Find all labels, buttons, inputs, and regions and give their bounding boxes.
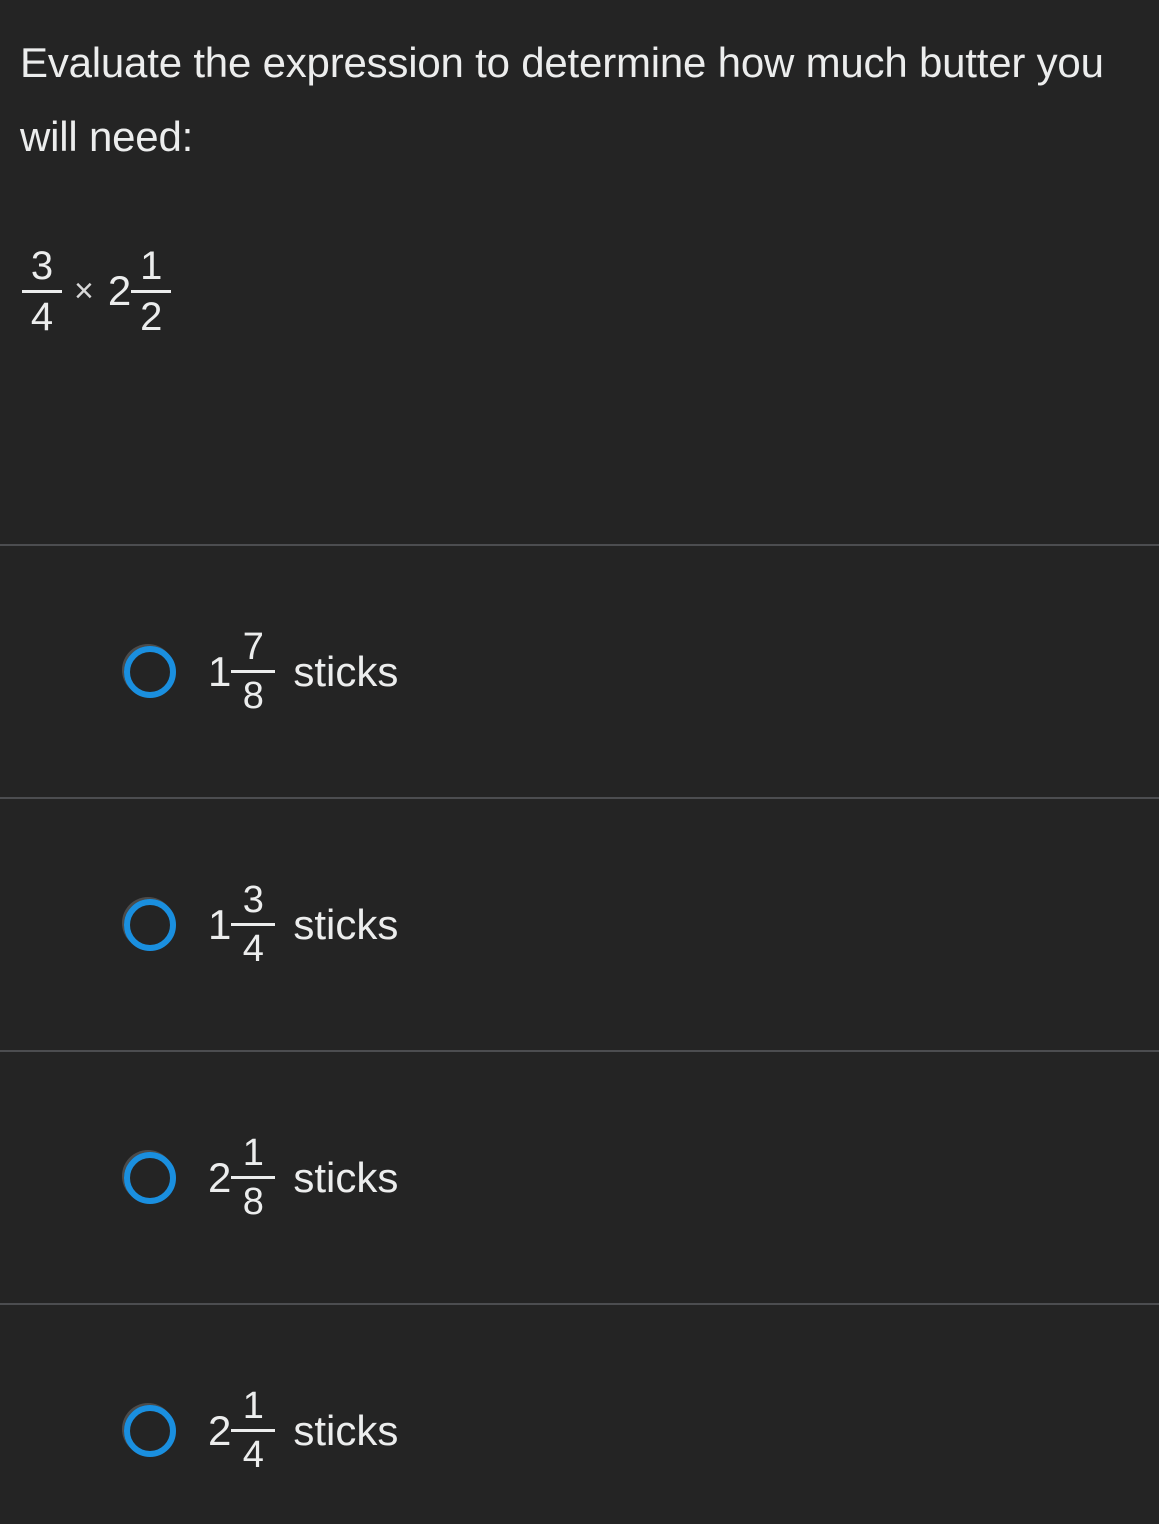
fraction-denominator: 4 — [242, 1434, 264, 1476]
option-unit: sticks — [293, 1153, 399, 1201]
option-unit: sticks — [293, 900, 399, 948]
option-fraction: 7 8 — [231, 626, 276, 717]
option-unit: sticks — [293, 1406, 399, 1454]
fraction-bar — [231, 670, 276, 673]
fraction-denominator: 2 — [140, 294, 163, 339]
option-unit: sticks — [293, 647, 399, 695]
expression-mixed-number: 2 1 2 — [107, 243, 172, 339]
answer-option-label: 1 7 8 sticks — [208, 626, 398, 717]
fraction-bar — [231, 1429, 276, 1432]
radio-button-icon[interactable] — [124, 1151, 176, 1204]
option-fraction: 1 8 — [231, 1132, 276, 1223]
fraction-denominator: 8 — [242, 675, 264, 717]
fraction-numerator: 3 — [242, 879, 264, 921]
question-prompt: Evaluate the expression to determine how… — [20, 39, 1104, 160]
radio-button-icon[interactable] — [124, 645, 176, 698]
fraction-denominator: 4 — [242, 928, 264, 970]
fraction-bar — [231, 923, 276, 926]
answer-option-1[interactable]: 1 7 8 sticks — [0, 546, 1159, 797]
fraction-denominator: 4 — [30, 294, 54, 339]
fraction-denominator: 8 — [242, 1181, 264, 1223]
answer-option-label: 2 1 4 sticks — [208, 1385, 398, 1476]
multiplication-operator: × — [74, 271, 94, 310]
option-whole-number: 2 — [208, 1153, 232, 1201]
expression-fraction-three-fourths: 3 4 — [22, 244, 62, 339]
fraction-numerator: 7 — [242, 626, 264, 668]
answer-option-label: 2 1 8 sticks — [208, 1132, 398, 1223]
fraction-numerator: 1 — [140, 243, 163, 288]
fraction-bar — [131, 289, 172, 293]
option-fraction: 3 4 — [231, 879, 276, 970]
fraction-bar — [231, 1176, 276, 1179]
answer-option-3[interactable]: 2 1 8 sticks — [0, 1052, 1159, 1303]
answer-options-list: 1 7 8 sticks 1 3 4 sticks 2 1 8 sticks 2… — [0, 544, 1159, 1524]
answer-option-2[interactable]: 1 3 4 sticks — [0, 799, 1159, 1050]
question-page: Evaluate the expression to determine how… — [0, 0, 1159, 1524]
expression-fraction-one-half: 1 2 — [131, 243, 172, 339]
fraction-numerator: 1 — [242, 1132, 264, 1174]
fraction-numerator: 1 — [242, 1385, 264, 1427]
fraction-bar — [22, 289, 62, 293]
mixed-number-whole: 2 — [107, 267, 132, 314]
fraction-numerator: 3 — [30, 243, 54, 288]
radio-button-icon[interactable] — [124, 1404, 176, 1457]
option-fraction: 1 4 — [231, 1385, 276, 1476]
option-whole-number: 2 — [208, 1406, 232, 1454]
radio-button-icon[interactable] — [124, 898, 176, 951]
option-whole-number: 1 — [208, 647, 232, 695]
option-whole-number: 1 — [208, 900, 232, 948]
answer-option-4[interactable]: 2 1 4 sticks — [0, 1305, 1159, 1524]
answer-option-label: 1 3 4 sticks — [208, 879, 398, 970]
math-expression: 3 4 × 2 1 2 — [22, 236, 172, 346]
